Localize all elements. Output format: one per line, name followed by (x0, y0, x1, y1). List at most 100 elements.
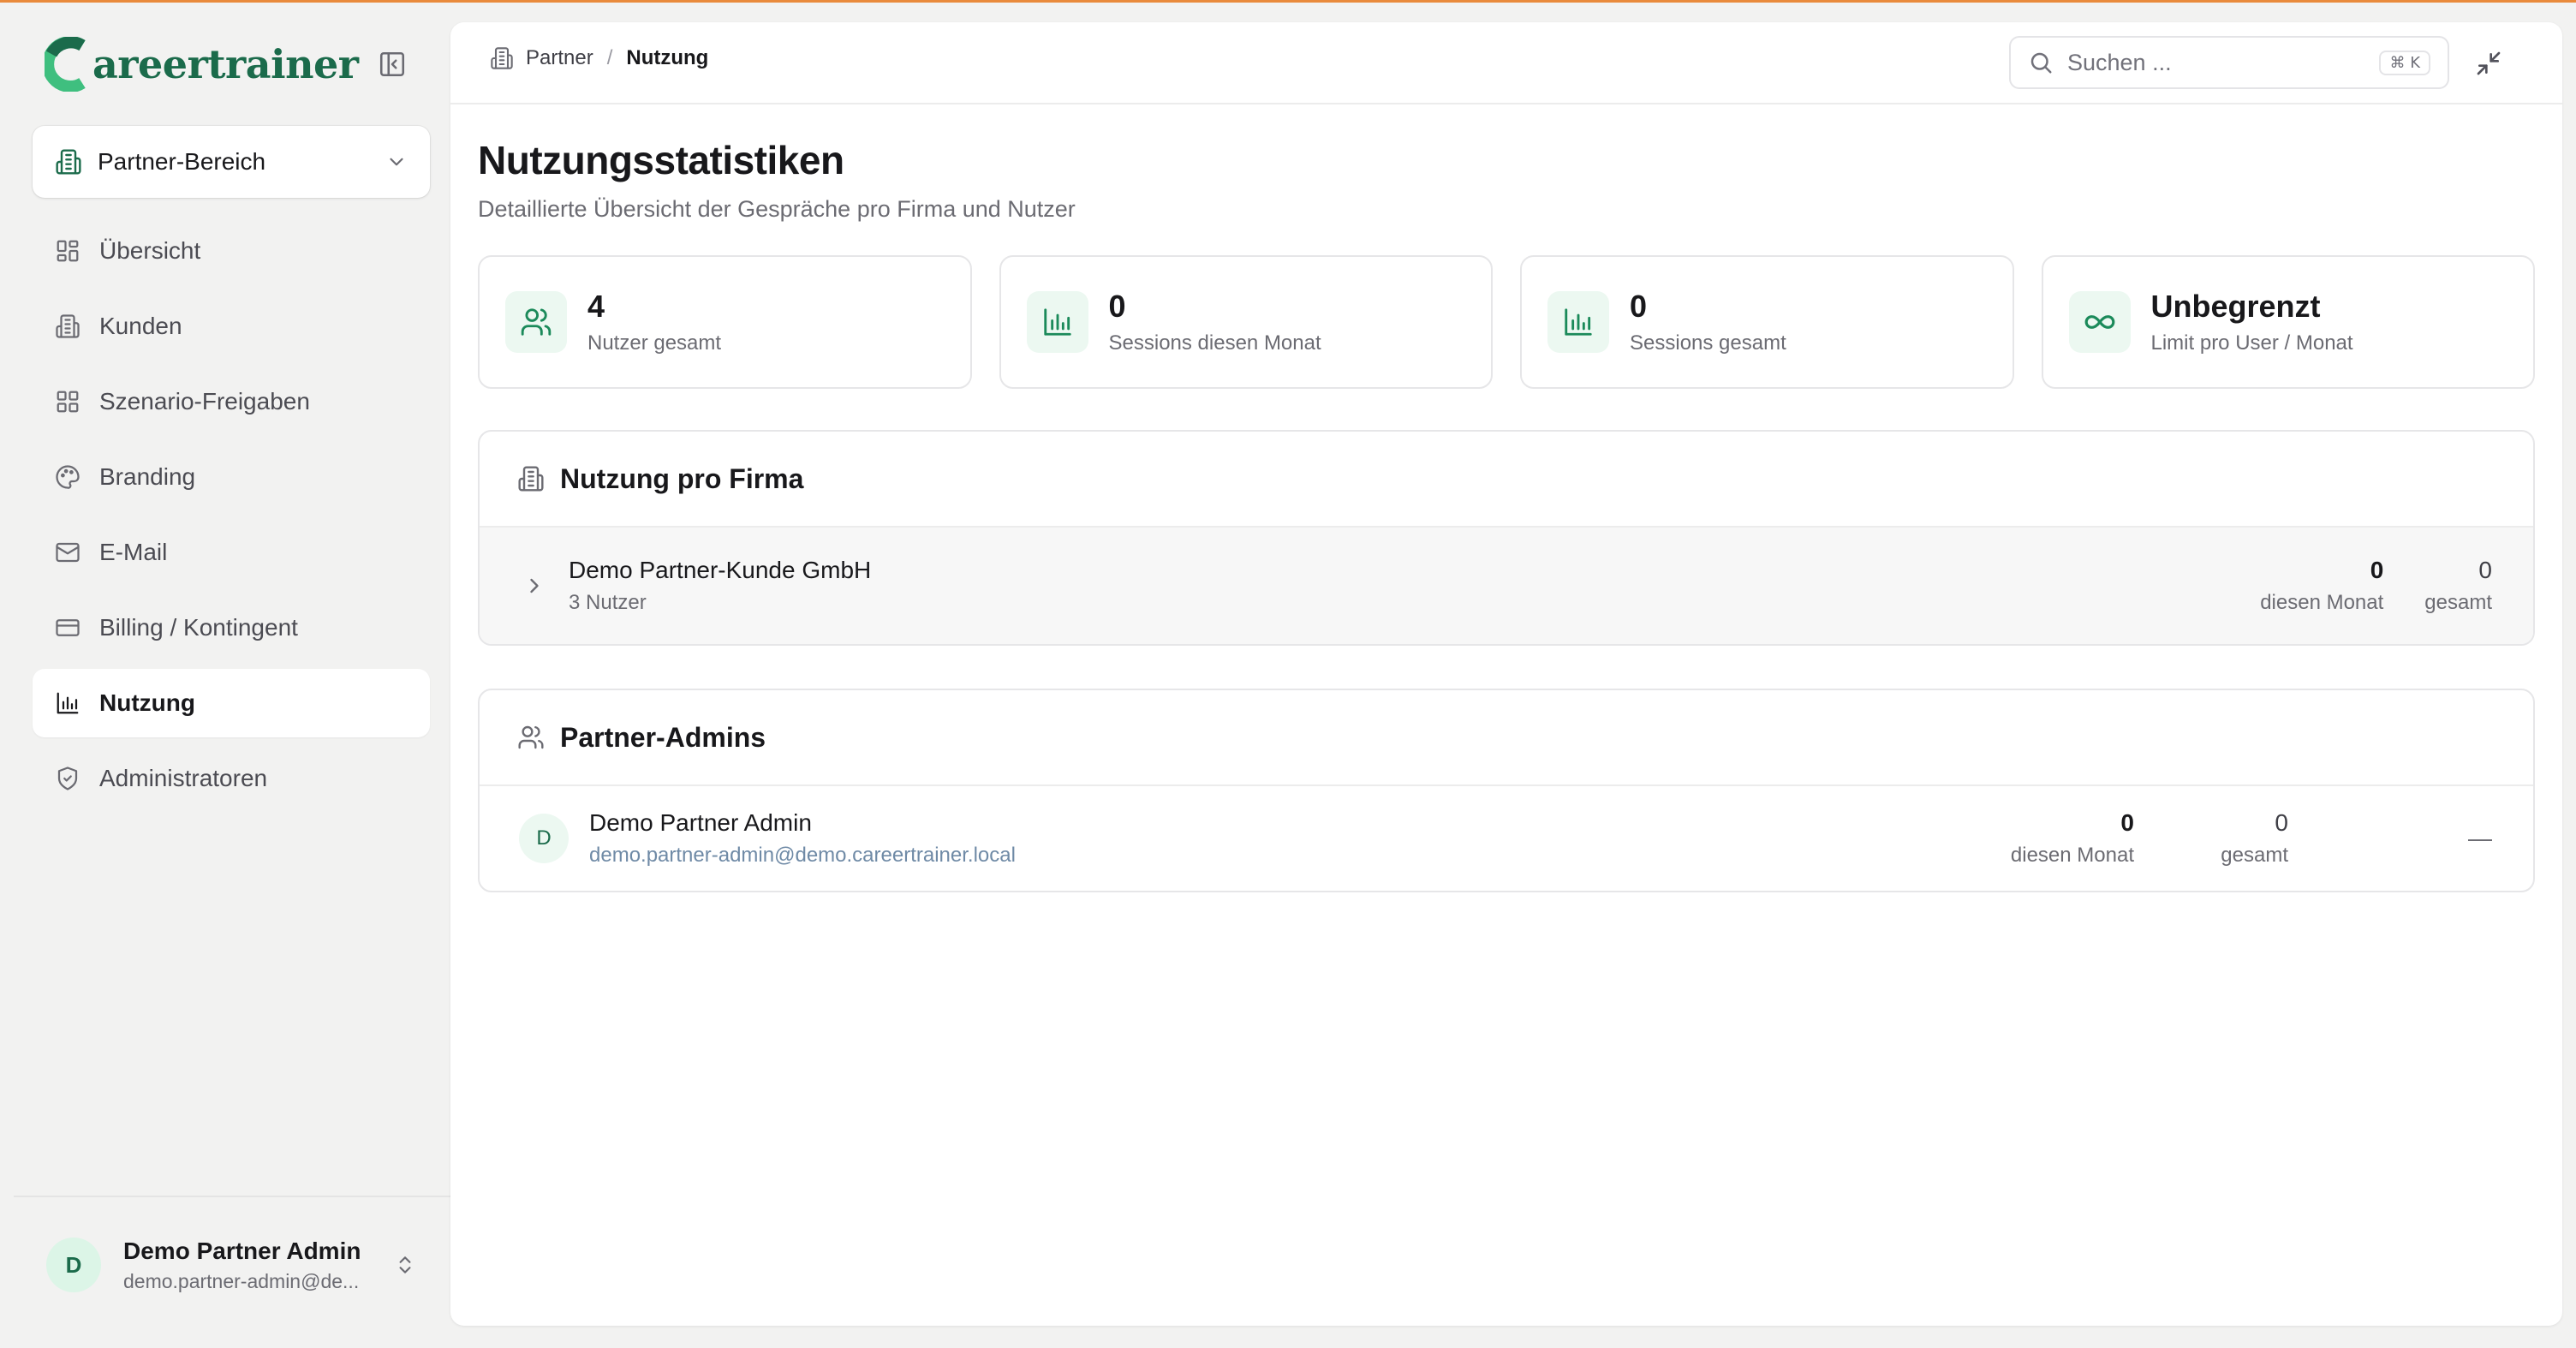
admin-name: Demo Partner Admin (589, 809, 812, 836)
sidebar-item-label: Nutzung (99, 689, 195, 716)
avatar: D (46, 1238, 101, 1292)
users-icon (505, 291, 567, 353)
infinity-icon (2068, 291, 2131, 353)
sidebar-item-label: Übersicht (99, 237, 201, 264)
sidebar-item-administratoren[interactable]: Administratoren (33, 744, 430, 813)
metric-total: 0 gesamt (2215, 809, 2288, 868)
stat-label: Limit pro User / Monat (2150, 331, 2353, 355)
partner-admins-section: Partner-Admins D Demo Partner Admin demo… (478, 689, 2535, 892)
sidebar-item-szenario-freigaben[interactable]: Szenario-Freigaben (33, 367, 430, 436)
avatar: D (519, 814, 569, 863)
sidebar: areertrainer Partner-Bereich Übersicht K… (0, 3, 450, 1348)
breadcrumb: Partner / Nutzung (490, 46, 708, 70)
chevron-right-icon[interactable] (522, 574, 546, 598)
search-shortcut-badge: ⌘ K (2379, 50, 2430, 75)
breadcrumb-parent[interactable]: Partner (526, 46, 593, 70)
sidebar-item-branding[interactable]: Branding (33, 443, 430, 511)
search-icon (2030, 52, 2052, 74)
metric-value: 0 (2478, 557, 2492, 583)
section-title: Nutzung pro Firma (560, 462, 804, 494)
metric-value: 0 (2120, 809, 2134, 836)
sidebar-toggle-button[interactable] (372, 44, 413, 85)
page-subtitle: Detaillierte Übersicht der Gespräche pro… (478, 196, 1076, 222)
sidebar-item-billing[interactable]: Billing / Kontingent (33, 593, 430, 662)
bar-chart-icon (1026, 291, 1088, 353)
sidebar-item-nutzung[interactable]: Nutzung (33, 669, 430, 737)
metric-caption: diesen Monat (2260, 591, 2384, 614)
stats-row: 4 Nutzer gesamt 0 Sessions diesen Monat … (478, 255, 2535, 389)
usage-by-company-section: Nutzung pro Firma Demo Partner-Kunde Gmb… (478, 430, 2535, 646)
company-user-count: 3 Nutzer (569, 591, 647, 614)
user-name: Demo Partner Admin (123, 1237, 361, 1264)
building-icon (53, 312, 82, 341)
logo[interactable]: areertrainer (45, 32, 359, 97)
search-box[interactable]: ⌘ K (2009, 36, 2449, 89)
bar-chart-icon (53, 689, 82, 718)
building-icon (518, 466, 544, 492)
sidebar-item-uebersicht[interactable]: Übersicht (33, 217, 430, 285)
users-icon (518, 725, 544, 749)
sidebar-item-label: E-Mail (99, 539, 168, 565)
metric-caption: diesen Monat (2010, 844, 2134, 867)
stat-card-sessions-month: 0 Sessions diesen Monat (999, 255, 1493, 389)
bar-chart-icon (1547, 291, 1609, 353)
topbar: Partner / Nutzung ⌘ K (450, 22, 2562, 104)
metric-caption: gesamt (2424, 591, 2492, 614)
sidebar-nav: Übersicht Kunden Szenario-Freigaben Bran… (33, 217, 430, 820)
stat-value: 4 (587, 289, 605, 324)
divider (14, 1196, 450, 1197)
minimize-icon (2477, 51, 2501, 75)
main-panel: Partner / Nutzung ⌘ K Nutzungsstatistike… (450, 22, 2562, 1326)
stat-label: Nutzer gesamt (587, 331, 722, 355)
sidebar-item-label: Administratoren (99, 765, 268, 791)
stat-label: Sessions gesamt (1630, 331, 1786, 355)
sidebar-item-label: Billing / Kontingent (99, 614, 298, 641)
grid-icon (53, 236, 82, 265)
section-title: Partner-Admins (560, 721, 766, 753)
metric-caption: gesamt (2221, 844, 2288, 867)
breadcrumb-separator: / (606, 46, 613, 69)
user-email: demo.partner-admin@de... (123, 1269, 360, 1292)
stat-value: Unbegrenzt (2150, 289, 2321, 324)
user-menu[interactable]: D Demo Partner Admin demo.partner-admin@… (33, 1227, 430, 1303)
search-input[interactable] (2067, 49, 2358, 76)
chevrons-up-down-icon (399, 1256, 411, 1273)
section-header: Nutzung pro Firma (480, 432, 2533, 528)
stat-card-limit: Unbegrenzt Limit pro User / Monat (2041, 255, 2535, 389)
sidebar-item-email[interactable]: E-Mail (33, 518, 430, 587)
metric-month: 0 diesen Monat (2011, 809, 2134, 868)
admin-row: D Demo Partner Admin demo.partner-admin@… (480, 786, 2533, 891)
metric-value: 0 (2370, 557, 2384, 583)
minimize-button[interactable] (2468, 43, 2509, 84)
shield-icon (53, 764, 82, 793)
area-selector-label: Partner-Bereich (98, 148, 266, 175)
metric-total: 0 gesamt (2424, 557, 2492, 615)
sidebar-item-kunden[interactable]: Kunden (33, 292, 430, 361)
mail-icon (53, 538, 82, 567)
building-icon (491, 47, 513, 69)
admin-email: demo.partner-admin@demo.careertrainer.lo… (589, 844, 1016, 867)
stat-card-users: 4 Nutzer gesamt (478, 255, 972, 389)
area-selector[interactable]: Partner-Bereich (33, 126, 430, 198)
page-title: Nutzungsstatistiken (478, 138, 844, 182)
sidebar-item-label: Kunden (99, 313, 182, 339)
grid-icon (53, 387, 82, 416)
limit-value: — (2468, 825, 2492, 851)
credit-card-icon (53, 613, 82, 642)
stat-value: 0 (1108, 289, 1126, 324)
building-icon (56, 149, 81, 175)
company-row[interactable]: Demo Partner-Kunde GmbH 3 Nutzer 0 diese… (480, 528, 2533, 644)
logo-text: areertrainer (92, 41, 359, 87)
sidebar-collapse-icon (379, 51, 405, 77)
sidebar-item-label: Szenario-Freigaben (99, 388, 310, 415)
metric-month: 0 diesen Monat (2260, 557, 2383, 615)
stat-value: 0 (1630, 289, 1648, 324)
breadcrumb-current: Nutzung (626, 46, 709, 69)
section-header: Partner-Admins (480, 690, 2533, 786)
palette-icon (53, 462, 82, 492)
sidebar-item-label: Branding (99, 463, 196, 490)
stat-card-sessions-total: 0 Sessions gesamt (1520, 255, 2014, 389)
company-name: Demo Partner-Kunde GmbH (569, 557, 872, 583)
chevron-down-icon (390, 158, 403, 166)
logo-c-icon (45, 37, 86, 92)
